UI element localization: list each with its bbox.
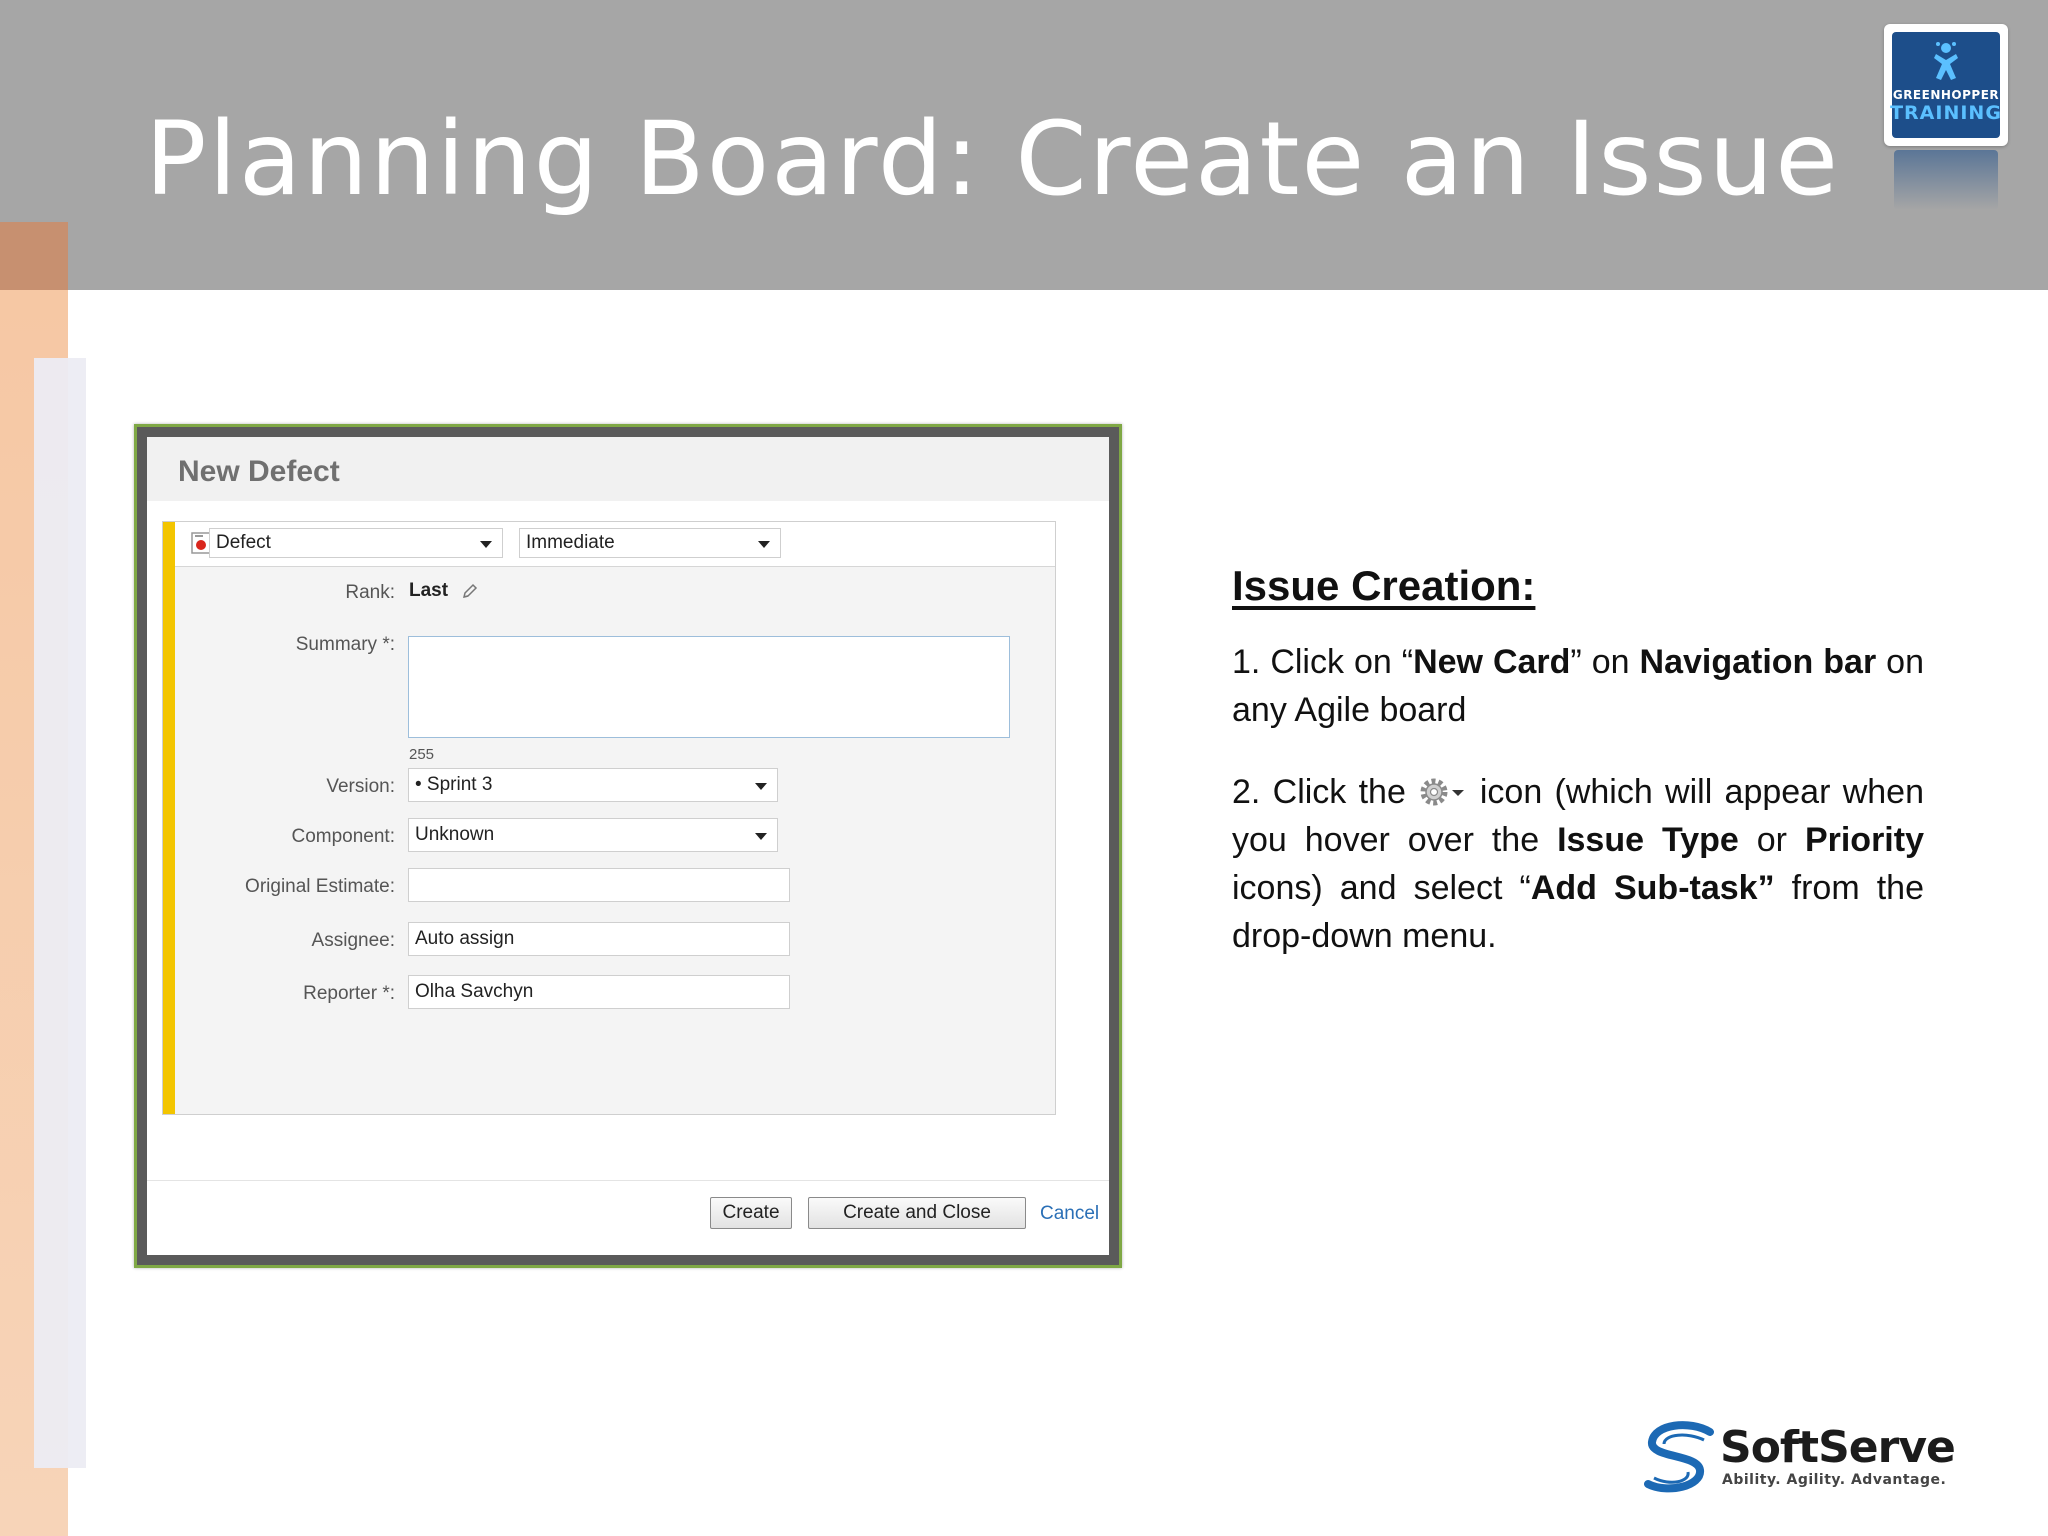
badge-reflection <box>1894 150 1998 210</box>
chevron-down-icon <box>755 783 767 790</box>
summary-textarea[interactable] <box>408 636 1010 738</box>
original-estimate-input[interactable] <box>408 868 790 902</box>
original-estimate-label: Original Estimate: <box>245 876 395 897</box>
priority-select[interactable]: Immediate <box>519 528 781 558</box>
version-label: Version: <box>326 776 395 797</box>
chevron-down-icon <box>480 541 492 548</box>
left-inner-panel <box>34 358 86 1468</box>
component-label: Component: <box>291 826 395 847</box>
dialog-footer: Create Create and Close Cancel <box>147 1181 1109 1255</box>
new-defect-dialog: New Defect Defect Immediate Rank: Last S… <box>147 437 1109 1255</box>
version-value: • Sprint 3 <box>415 774 493 795</box>
step2-text-1: 2. Click the <box>1232 773 1406 811</box>
softserve-logo: SoftServe Ability. Agility. Advantage. <box>1640 1420 1960 1500</box>
component-value: Unknown <box>415 824 495 845</box>
instructions-heading: Issue Creation: <box>1232 562 1536 609</box>
issue-type-select[interactable]: Defect <box>209 528 503 558</box>
softserve-swirl-icon <box>1644 1421 1714 1493</box>
chevron-down-icon <box>755 833 767 840</box>
instruction-step-2: 2. Click the icon (which will appear whe… <box>1232 768 1924 960</box>
dialog-screenshot-frame: New Defect Defect Immediate Rank: Last S… <box>134 424 1122 1268</box>
softserve-tagline: Ability. Agility. Advantage. <box>1722 1472 1947 1488</box>
badge-inner: GREENHOPPER TRAINING <box>1890 32 2002 138</box>
summary-label: Summary *: <box>295 634 395 655</box>
reporter-label: Reporter *: <box>303 983 395 1004</box>
step2-bold-priority: Priority <box>1804 821 1924 859</box>
instruction-step-1: 1. Click on “New Card” on Navigation bar… <box>1232 638 1924 734</box>
badge-figure-icon <box>1934 42 1958 80</box>
assignee-input[interactable]: Auto assign <box>408 922 790 956</box>
component-select[interactable]: Unknown <box>408 818 778 852</box>
defect-type-icon[interactable] <box>191 532 211 554</box>
instructions-panel: Issue Creation: 1. Click on “New Card” o… <box>1232 562 1924 994</box>
dialog-outer-border: New Defect Defect Immediate Rank: Last S… <box>137 427 1119 1265</box>
step1-bold-navigation-bar: Navigation bar <box>1639 643 1877 681</box>
badge-line2: TRAINING <box>1890 102 2002 124</box>
reporter-input[interactable]: Olha Savchyn <box>408 975 790 1009</box>
priority-value: Immediate <box>526 532 615 553</box>
pencil-edit-icon[interactable] <box>461 582 479 600</box>
badge-line1: GREENHOPPER <box>1892 88 2000 102</box>
cancel-link[interactable]: Cancel <box>1040 1203 1099 1225</box>
gear-dropdown-icon <box>1420 778 1464 806</box>
slide-title: Planning Board: Create an Issue <box>145 100 1841 219</box>
step1-bold-new-card: New Card <box>1413 643 1571 681</box>
rank-label: Rank: <box>345 582 395 603</box>
dialog-title: New Defect <box>178 455 340 488</box>
version-select[interactable]: • Sprint 3 <box>408 768 778 802</box>
issue-type-value: Defect <box>216 532 271 553</box>
softserve-wordmark: SoftServe <box>1720 1422 1956 1473</box>
step2-text-3: or <box>1738 821 1805 859</box>
step2-bold-add-subtask: Add Sub-task” <box>1530 869 1775 907</box>
step2-bold-issue-type: Issue Type <box>1557 821 1739 859</box>
dialog-form: Defect Immediate Rank: Last Summary *: 2… <box>162 521 1056 1115</box>
summary-char-counter: 255 <box>409 746 435 763</box>
step2-text-4: icons) and select “ <box>1232 869 1531 907</box>
dialog-header: New Defect <box>147 437 1109 501</box>
step1-text-2: ” on <box>1570 643 1640 681</box>
header-accent-block <box>0 222 68 290</box>
greenhopper-training-badge: GREENHOPPER TRAINING <box>1884 24 2008 146</box>
create-and-close-button[interactable]: Create and Close <box>808 1197 1026 1229</box>
rank-value: Last <box>409 580 449 601</box>
create-button[interactable]: Create <box>710 1197 792 1229</box>
assignee-label: Assignee: <box>311 930 395 951</box>
issue-type-row: Defect Immediate <box>175 522 1055 567</box>
card-color-strip <box>163 522 175 1114</box>
step1-text-1: 1. Click on “ <box>1232 643 1414 681</box>
chevron-down-icon <box>758 541 770 548</box>
